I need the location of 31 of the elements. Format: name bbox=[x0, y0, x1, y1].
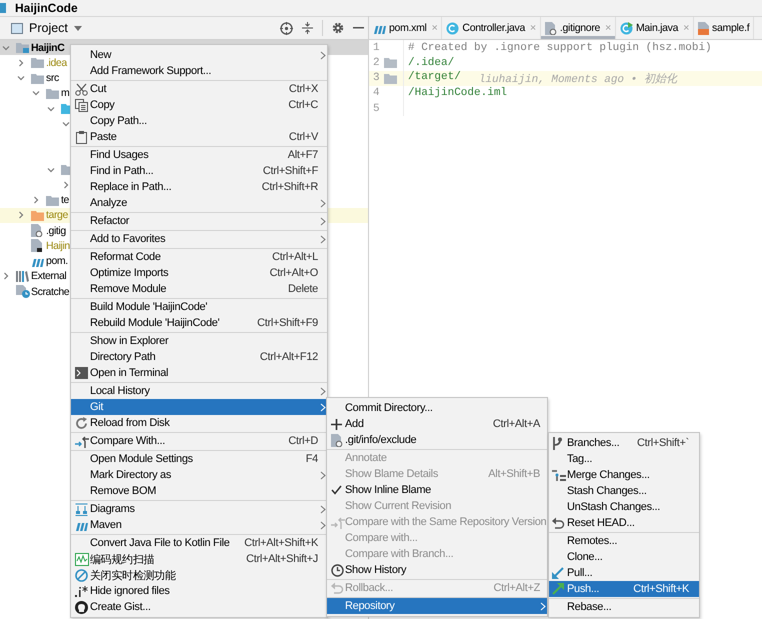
shortcut-text: Delete bbox=[287, 283, 318, 295]
code-line: /HaijinCode.iml bbox=[408, 87, 508, 100]
shortcut-text: Ctrl+Shift+` bbox=[636, 437, 689, 449]
line-number: 1 bbox=[373, 42, 381, 54]
shortcut-text: F4 bbox=[304, 453, 318, 465]
shortcut-text: Ctrl+Alt+Z bbox=[492, 582, 540, 594]
shortcut-text: Ctrl+X bbox=[288, 83, 318, 95]
shortcut-text: Ctrl+Alt+A bbox=[492, 418, 540, 430]
line-number: 3 bbox=[373, 72, 381, 84]
shortcut-text: Ctrl+Alt+Shift+J bbox=[245, 553, 318, 565]
shortcut-text: Ctrl+Alt+F12 bbox=[258, 351, 318, 363]
code-line: /.idea/ bbox=[408, 56, 454, 69]
shortcut-text: Ctrl+Alt+L bbox=[271, 251, 318, 263]
shortcut-text: Alt+F7 bbox=[286, 149, 318, 161]
code-line: /target/ bbox=[408, 70, 461, 85]
shortcut-text: Ctrl+Alt+Shift+K bbox=[243, 537, 318, 549]
window-title: HaijinCode bbox=[15, 1, 78, 15]
blame-annotation: liuhaijin, Moments ago • 初始化 bbox=[478, 72, 677, 86]
shortcut-text: Ctrl+Shift+K bbox=[632, 583, 689, 595]
shortcut-text: Ctrl+D bbox=[287, 435, 318, 447]
shortcut-text: Ctrl+V bbox=[288, 131, 318, 143]
code-line: # Created by .ignore support plugin (hsz.mobi) bbox=[408, 42, 712, 54]
shortcut-text: Alt+Shift+B bbox=[487, 468, 540, 480]
line-number: 5 bbox=[373, 102, 381, 115]
shortcut-text: Ctrl+Alt+O bbox=[268, 267, 318, 279]
shortcut-text: Ctrl+Shift+F bbox=[262, 165, 318, 177]
shortcut-text: Ctrl+Shift+R bbox=[260, 181, 318, 193]
line-number: 2 bbox=[373, 56, 381, 69]
shortcut-text: Ctrl+C bbox=[287, 99, 318, 111]
shortcut-text: Ctrl+Shift+F9 bbox=[256, 317, 318, 329]
line-number: 4 bbox=[373, 87, 381, 100]
